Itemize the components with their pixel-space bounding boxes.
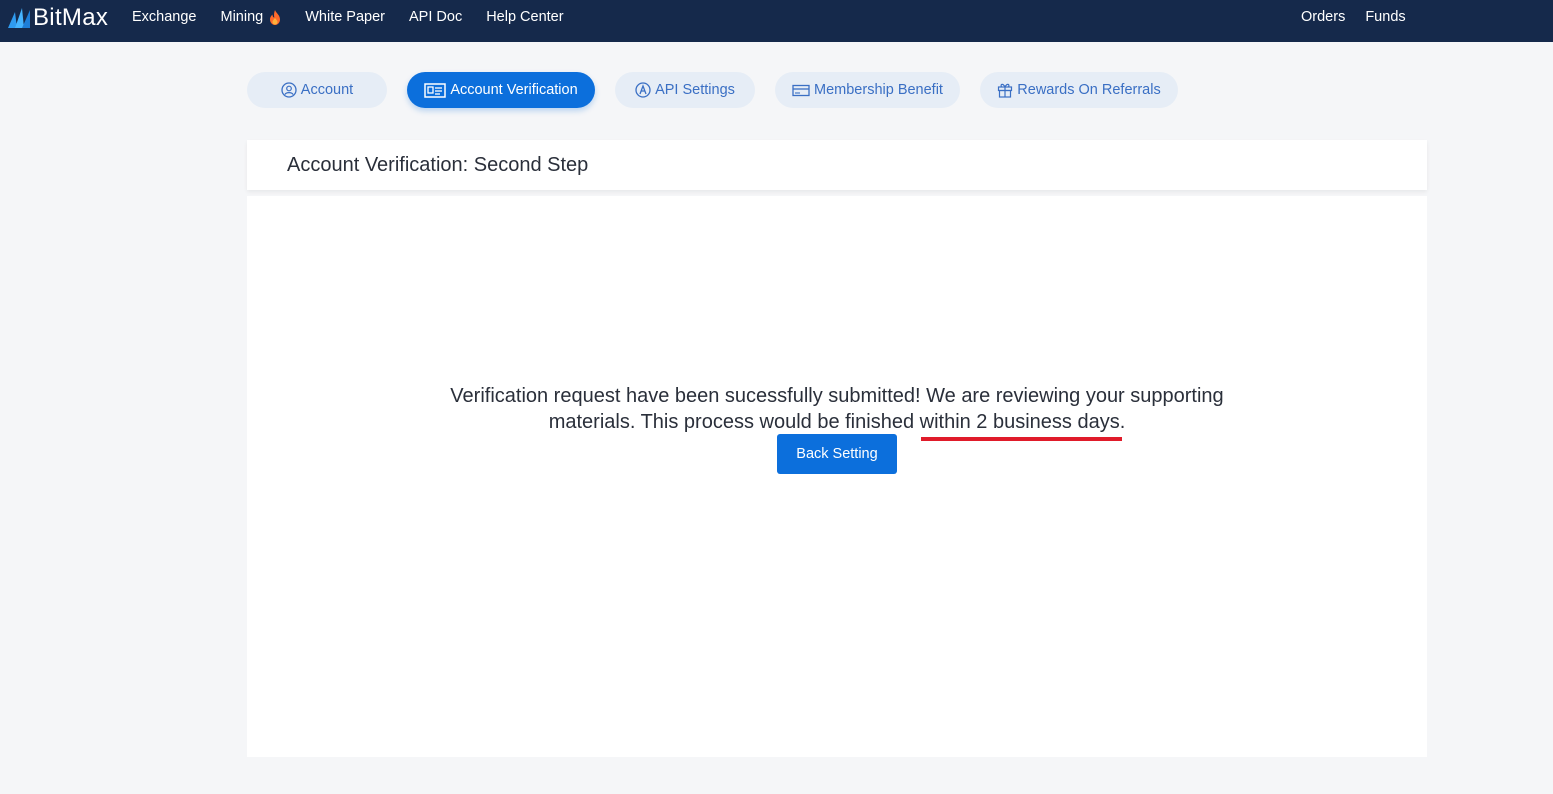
nav-exchange-label: Exchange xyxy=(132,9,197,25)
top-navbar: BitMax Exchange Mining White Paper API D… xyxy=(0,0,1553,42)
nav-help-center[interactable]: Help Center xyxy=(486,9,563,25)
tab-account-label: Account xyxy=(300,82,354,98)
tab-api-settings[interactable]: API Settings xyxy=(615,72,755,108)
nav-white-paper-label: White Paper xyxy=(305,9,386,25)
nav-mining-label: Mining xyxy=(220,9,264,25)
nav-api-doc-label: API Doc xyxy=(409,9,463,25)
card-icon xyxy=(792,84,810,97)
brand-name: BitMax xyxy=(33,4,109,31)
id-card-icon xyxy=(424,82,447,98)
nav-api-doc[interactable]: API Doc xyxy=(409,9,462,25)
user-nav: Orders Funds xyxy=(1301,0,1426,34)
nav-mining[interactable]: Mining xyxy=(221,9,282,25)
tab-account[interactable]: Account xyxy=(247,72,387,108)
main-nav: Exchange Mining White Paper API Doc Help… xyxy=(132,0,588,34)
tab-account-verification[interactable]: Account Verification xyxy=(407,72,595,108)
brand-logo[interactable]: BitMax xyxy=(8,4,109,31)
tab-membership-benefit[interactable]: Membership Benefit xyxy=(775,72,960,108)
gift-icon xyxy=(997,82,1013,98)
api-icon xyxy=(635,82,651,98)
tab-account-verification-label: Account Verification xyxy=(450,82,578,98)
user-circle-icon xyxy=(281,82,297,98)
submission-message: Verification request have been sucessful… xyxy=(450,385,1224,433)
verification-status-card: Verification request have been sucessful… xyxy=(247,196,1427,757)
annotation-underline xyxy=(921,437,1122,441)
nav-exchange[interactable]: Exchange xyxy=(132,9,197,25)
nav-orders[interactable]: Orders xyxy=(1301,9,1345,25)
page-header-card: Account Verification: Second Step xyxy=(247,140,1427,190)
tab-rewards-on-referrals-label: Rewards On Referrals xyxy=(1017,82,1161,98)
page-title: Account Verification: Second Step xyxy=(287,154,589,176)
nav-white-paper[interactable]: White Paper xyxy=(305,9,385,25)
fire-icon xyxy=(270,9,281,25)
bitmax-logo-icon xyxy=(8,8,30,28)
nav-help-center-label: Help Center xyxy=(486,9,564,25)
tab-api-settings-label: API Settings xyxy=(655,82,735,98)
tab-rewards-on-referrals[interactable]: Rewards On Referrals xyxy=(980,72,1178,108)
back-setting-button[interactable]: Back Setting xyxy=(777,434,897,474)
nav-funds[interactable]: Funds xyxy=(1365,9,1405,25)
tab-membership-benefit-label: Membership Benefit xyxy=(814,82,943,98)
